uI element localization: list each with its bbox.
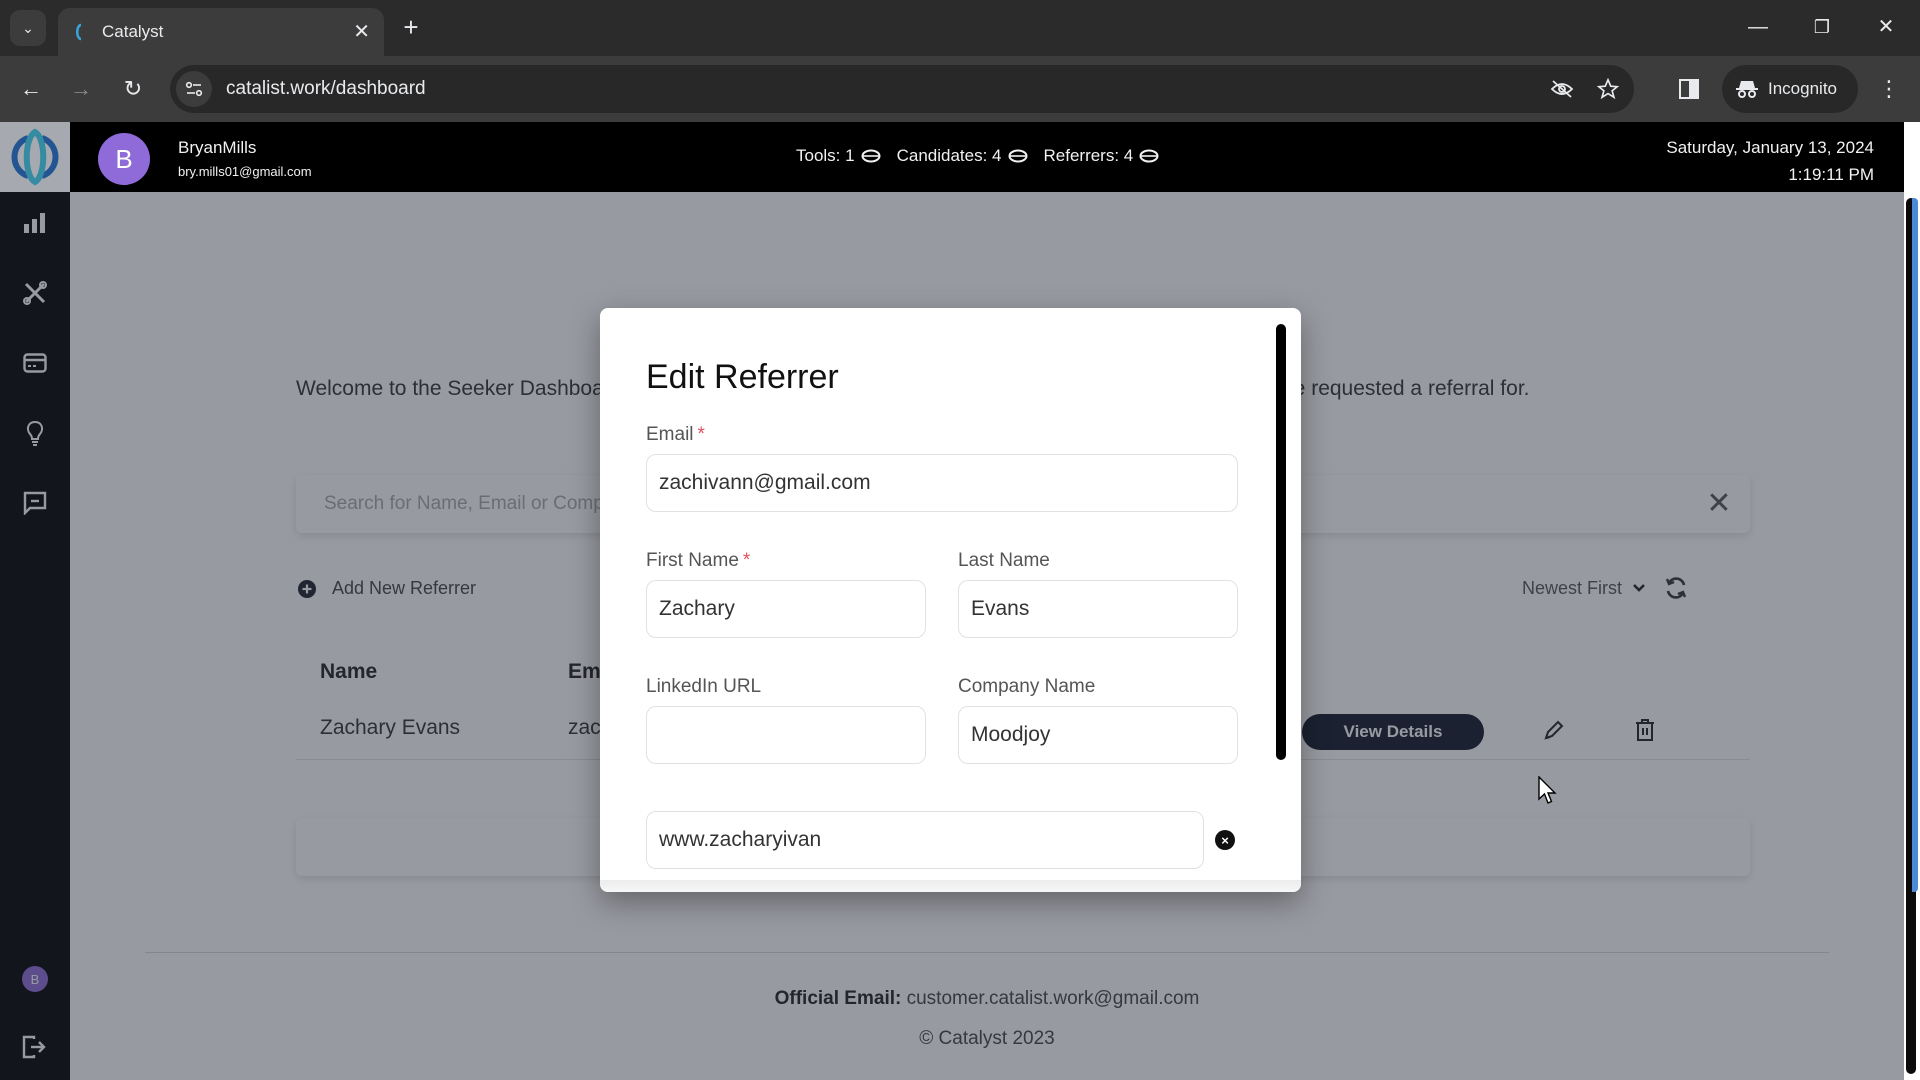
catalyst-favicon-icon	[76, 23, 82, 41]
stat-referrers-label: Referrers: 4	[1043, 146, 1134, 165]
chevron-down-icon: ⌄	[22, 19, 34, 36]
page-scrollbar-thumb[interactable]	[1912, 198, 1918, 892]
stat-referrers: Referrers: 4	[1044, 146, 1160, 166]
tab-list-button[interactable]: ⌄	[10, 10, 46, 46]
star-icon	[1597, 78, 1619, 100]
company-label: Company Name	[958, 676, 1096, 697]
tab-title: Catalyst	[102, 22, 164, 41]
stat-candidates-label: Candidates: 4	[896, 146, 1002, 165]
minimize-button[interactable]: —	[1740, 12, 1776, 42]
url-text[interactable]: catalist.work/dashboard	[226, 78, 1542, 100]
email-field[interactable]	[646, 454, 1238, 512]
bookmark-button[interactable]	[1588, 69, 1628, 109]
browser-menu-button[interactable]: ⋮	[1874, 72, 1904, 106]
modal-scroll-fade	[600, 880, 1301, 892]
credit-stats: Tools: 1 Candidates: 4 Referrers: 4	[796, 146, 1159, 166]
reload-button[interactable]: ↻	[116, 72, 150, 106]
tracking-protection-button[interactable]	[1542, 69, 1582, 109]
last-name-field[interactable]	[958, 580, 1238, 638]
back-button[interactable]: ←	[14, 72, 48, 106]
incognito-icon	[1736, 81, 1758, 98]
site-info-button[interactable]	[176, 71, 212, 107]
user-email: bry.mills01@gmail.com	[178, 164, 312, 179]
incognito-indicator[interactable]: Incognito	[1722, 65, 1858, 113]
current-date: Saturday, January 13, 2024	[1666, 138, 1874, 157]
edit-referrer-modal: Edit Referrer Email* First Name* Last Na…	[600, 308, 1301, 892]
app-header: B BryanMills bry.mills01@gmail.com Tools…	[70, 122, 1904, 192]
required-marker: *	[697, 424, 705, 445]
email-label: Email *	[646, 424, 705, 446]
modal-title: Edit Referrer	[646, 358, 839, 396]
address-bar[interactable]: catalist.work/dashboard	[170, 65, 1634, 113]
logo-dim-overlay	[0, 122, 70, 192]
required-marker: *	[742, 550, 751, 571]
tab-close-icon[interactable]: ✕	[353, 22, 370, 42]
coin-icon	[861, 149, 881, 163]
tune-icon	[185, 81, 203, 97]
eye-off-icon	[1550, 80, 1574, 98]
linkedin-url-field[interactable]	[646, 706, 926, 764]
browser-tab-catalyst[interactable]: Catalyst ✕	[58, 8, 384, 56]
first-name-label-text: First Name	[646, 550, 739, 571]
stat-candidates: Candidates: 4	[897, 146, 1028, 166]
user-avatar[interactable]: B	[98, 133, 150, 185]
side-panel-button[interactable]	[1672, 72, 1706, 106]
page-scrollbar[interactable]	[1904, 122, 1920, 1080]
email-label-text: Email	[646, 424, 694, 445]
modal-scrollbar-thumb[interactable]	[1276, 324, 1286, 760]
link-field[interactable]	[646, 811, 1204, 869]
user-name: BryanMills	[178, 138, 257, 157]
mouse-cursor-icon	[1538, 776, 1557, 804]
new-tab-button[interactable]: +	[396, 12, 426, 42]
date-time: Saturday, January 13, 2024 1:19:11 PM	[1666, 134, 1874, 188]
stat-tools: Tools: 1	[796, 146, 881, 166]
incognito-label: Incognito	[1768, 79, 1837, 98]
first-name-field[interactable]	[646, 580, 926, 638]
first-name-label: First Name *	[646, 550, 750, 572]
coin-icon	[1139, 149, 1159, 163]
browser-tab-bar: ⌄ Catalyst ✕ + — ❐ ✕	[0, 0, 1920, 56]
side-panel-icon	[1679, 79, 1699, 99]
last-name-label: Last Name	[958, 550, 1050, 571]
restore-button[interactable]: ❐	[1804, 12, 1840, 42]
linkedin-label: LinkedIn URL	[646, 676, 762, 697]
browser-toolbar: ← → ↻ catalist.work/dashboard Incognito …	[0, 56, 1920, 122]
current-time: 1:19:11 PM	[1788, 165, 1874, 184]
remove-link-icon[interactable]: ×	[1215, 830, 1235, 850]
stat-tools-label: Tools: 1	[796, 146, 855, 165]
forward-button[interactable]: →	[64, 72, 98, 106]
window-close-button[interactable]: ✕	[1868, 12, 1904, 42]
coin-icon	[1008, 149, 1027, 163]
company-name-field[interactable]	[958, 706, 1238, 764]
